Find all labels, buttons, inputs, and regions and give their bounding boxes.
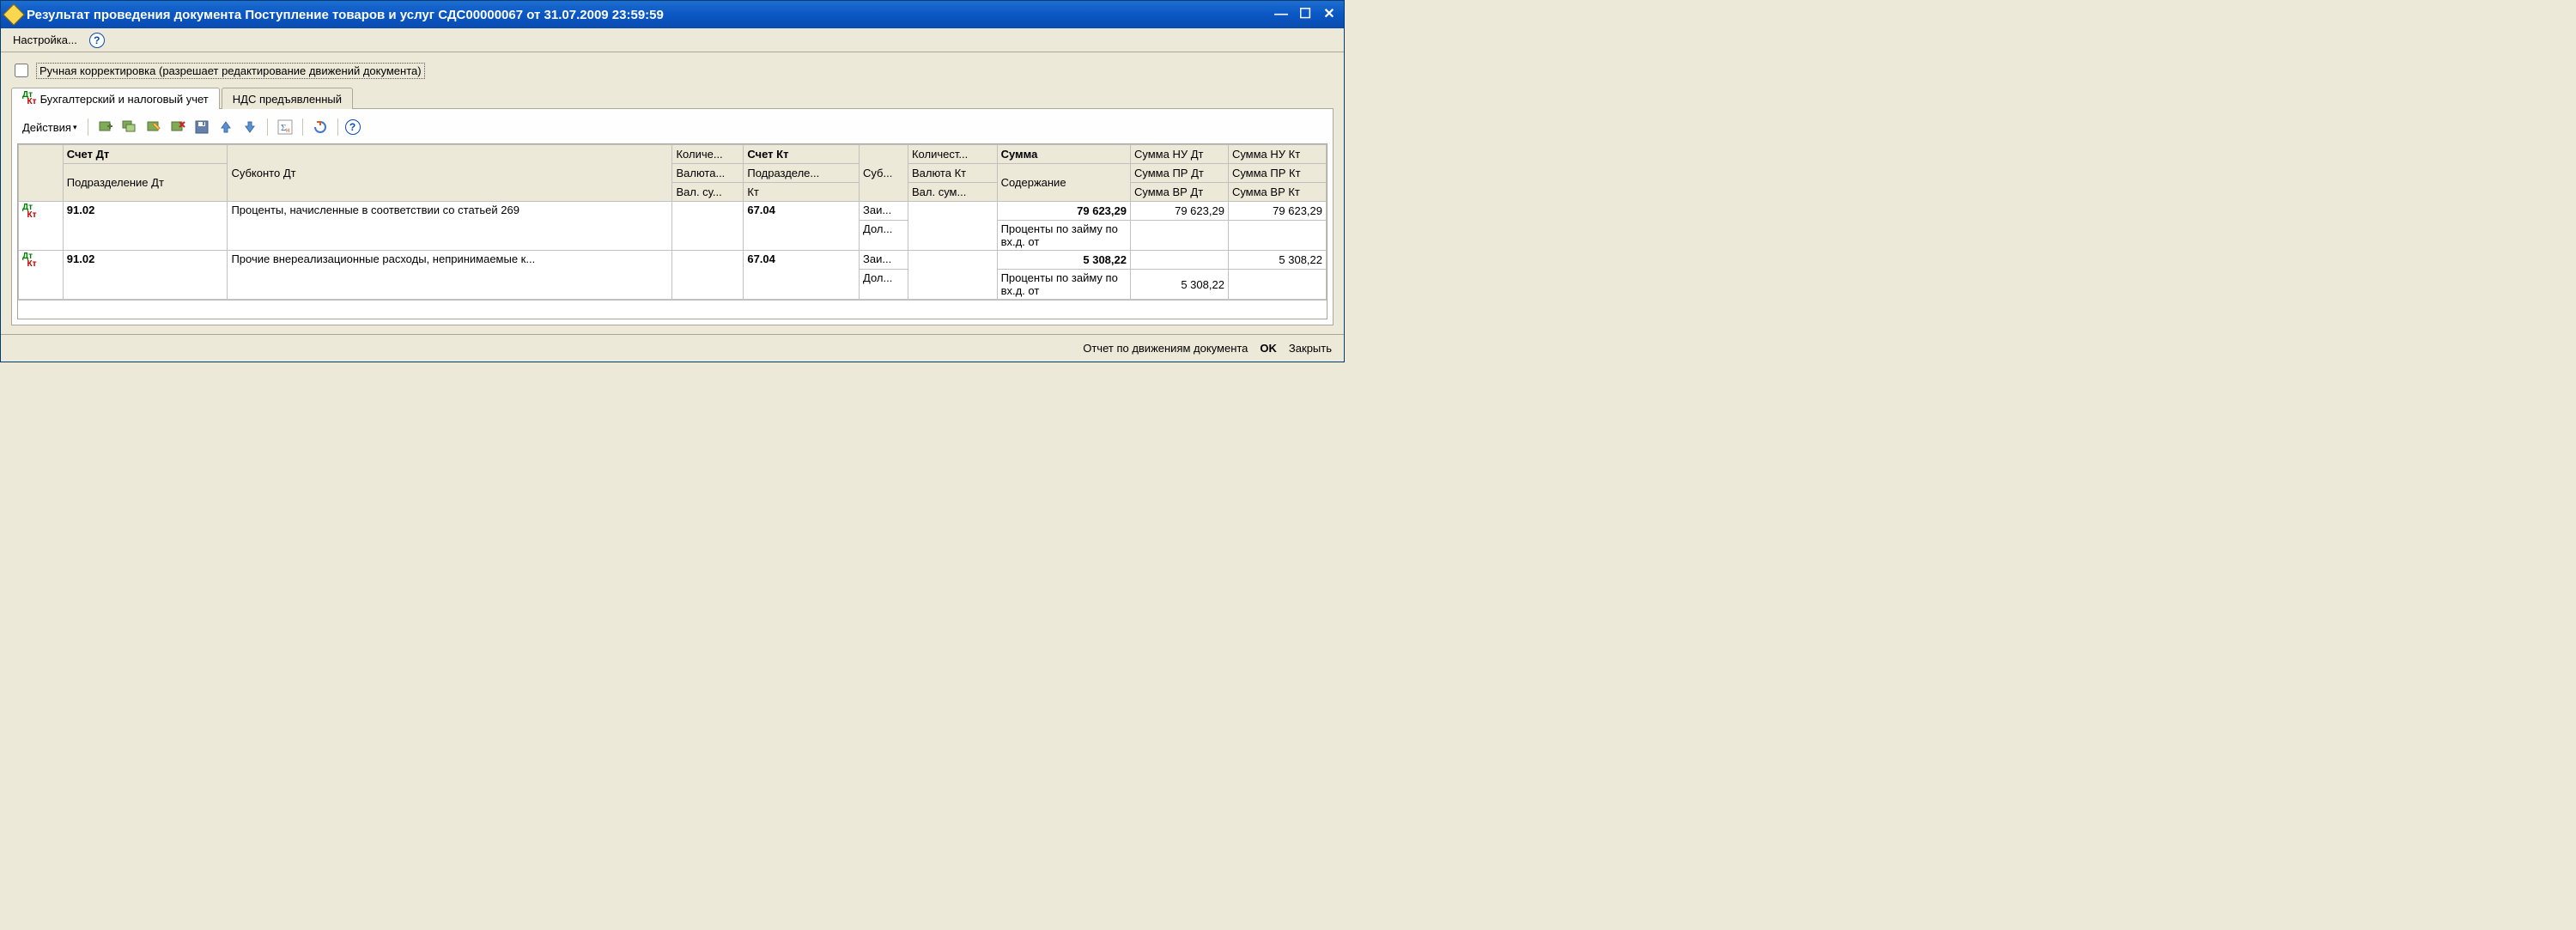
col-subconto-dt[interactable]: Субконто Дт bbox=[228, 145, 672, 202]
header-row: Счет Дт Субконто Дт Количе... Счет Кт Су… bbox=[19, 145, 1327, 164]
dtkt-icon: Дт Кт bbox=[22, 204, 59, 219]
cell-nu-kt: 5 308,22 bbox=[1228, 251, 1326, 270]
cell-subconto: Проценты, начисленные в соответствии со … bbox=[228, 202, 672, 251]
col-sub-kt[interactable]: Суб... bbox=[860, 145, 908, 202]
col-desc[interactable]: Содержание bbox=[997, 164, 1130, 202]
cell-desc: Проценты по займу по вх.д. от bbox=[997, 221, 1130, 251]
cell-nu-dt: 5 308,22 bbox=[1130, 270, 1228, 300]
col-nu-kt[interactable]: Сумма НУ Кт bbox=[1228, 145, 1326, 164]
move-up-icon[interactable] bbox=[216, 118, 236, 137]
col-pr-kt[interactable]: Сумма ПР Кт bbox=[1228, 164, 1326, 183]
col-sum[interactable]: Сумма bbox=[997, 145, 1130, 164]
table-row[interactable]: Дт Кт 91.02 Прочие внереализационные рас… bbox=[19, 251, 1327, 270]
grid-container: Счет Дт Субконто Дт Количе... Счет Кт Су… bbox=[17, 143, 1327, 319]
statusbar: Отчет по движениям документа OK Закрыть bbox=[1, 334, 1344, 362]
col-vr-kt[interactable]: Сумма ВР Кт bbox=[1228, 183, 1326, 202]
ok-button[interactable]: OK bbox=[1260, 342, 1277, 355]
cell-nu-dt bbox=[1130, 251, 1228, 270]
separator bbox=[337, 119, 338, 136]
tab-accounting-label: Бухгалтерский и налоговый учет bbox=[40, 93, 209, 106]
move-down-icon[interactable] bbox=[240, 118, 260, 137]
grid-footer bbox=[18, 300, 1327, 319]
dtkt-icon: Дт Кт bbox=[22, 92, 37, 106]
cell-sum: 5 308,22 bbox=[997, 251, 1130, 270]
menubar: Настройка... ? bbox=[1, 28, 1344, 52]
window-title: Результат проведения документа Поступлен… bbox=[27, 8, 1272, 22]
tab-panel: Действия▾ Σн ? bbox=[11, 108, 1334, 325]
col-val-kt[interactable]: Валюта Кт bbox=[908, 164, 997, 183]
col-val-dt[interactable]: Валюта... bbox=[672, 164, 744, 183]
grid-toolbar: Действия▾ Σн ? bbox=[17, 114, 1327, 143]
cell-nu-dt: 79 623,29 bbox=[1130, 202, 1228, 221]
delete-row-icon[interactable] bbox=[167, 118, 188, 137]
help-icon[interactable]: ? bbox=[345, 119, 361, 135]
col-vr-dt[interactable]: Сумма ВР Дт bbox=[1130, 183, 1228, 202]
cell-acct-kt: 67.04 bbox=[744, 202, 860, 251]
col-icon bbox=[19, 145, 64, 202]
cell-acct-dt: 91.02 bbox=[63, 202, 228, 251]
col-qty-dt[interactable]: Количе... bbox=[672, 145, 744, 164]
svg-text:н: н bbox=[286, 126, 289, 134]
window: Результат проведения документа Поступлен… bbox=[0, 0, 1345, 362]
header-row: Подразделение Дт Валюта... Подразделе...… bbox=[19, 164, 1327, 183]
menu-settings[interactable]: Настройка... bbox=[8, 32, 82, 48]
col-acct-kt[interactable]: Счет Кт bbox=[744, 145, 860, 164]
titlebar: Результат проведения документа Поступлен… bbox=[1, 1, 1344, 28]
maximize-button[interactable]: ☐ bbox=[1296, 5, 1315, 24]
separator bbox=[302, 119, 303, 136]
close-button-footer[interactable]: Закрыть bbox=[1289, 342, 1332, 355]
cell-acct-dt: 91.02 bbox=[63, 251, 228, 300]
col-valsum-dt[interactable]: Вал. су... bbox=[672, 183, 744, 202]
col-valsum-kt[interactable]: Вал. сум... bbox=[908, 183, 997, 202]
tab-vat[interactable]: НДС предъявленный bbox=[222, 88, 353, 109]
tab-vat-label: НДС предъявленный bbox=[233, 93, 342, 106]
manual-edit-label: Ручная корректировка (разрешает редактир… bbox=[36, 63, 425, 79]
col-qty-kt[interactable]: Количест... bbox=[908, 145, 997, 164]
col-division-kt[interactable]: Подразделе... bbox=[744, 164, 860, 183]
cell-sub-kt: Заи... bbox=[860, 251, 908, 270]
cell-sub-kt: Заи... bbox=[860, 202, 908, 221]
cell-sub-kt: Дол... bbox=[860, 270, 908, 300]
app-icon bbox=[3, 3, 24, 25]
cell-subconto: Прочие внереализационные расходы, неприн… bbox=[228, 251, 672, 300]
cell-acct-kt: 67.04 bbox=[744, 251, 860, 300]
manual-edit-row: Ручная корректировка (разрешает редактир… bbox=[11, 61, 1334, 80]
sum-icon[interactable]: Σн bbox=[275, 118, 295, 137]
manual-edit-checkbox[interactable] bbox=[15, 64, 28, 77]
close-button[interactable]: ✕ bbox=[1320, 5, 1339, 24]
add-row-icon[interactable] bbox=[95, 118, 116, 137]
col-division-dt[interactable]: Подразделение Дт bbox=[63, 164, 228, 202]
tab-accounting[interactable]: Дт Кт Бухгалтерский и налоговый учет bbox=[11, 88, 220, 109]
tabs: Дт Кт Бухгалтерский и налоговый учет НДС… bbox=[11, 88, 1334, 109]
report-button[interactable]: Отчет по движениям документа bbox=[1083, 342, 1248, 355]
col-kt[interactable]: Кт bbox=[744, 183, 860, 202]
entries-table[interactable]: Счет Дт Субконто Дт Количе... Счет Кт Су… bbox=[18, 144, 1327, 300]
help-icon[interactable]: ? bbox=[89, 33, 105, 48]
cell-desc: Проценты по займу по вх.д. от bbox=[997, 270, 1130, 300]
cell-nu-kt: 79 623,29 bbox=[1228, 202, 1326, 221]
cell-sum: 79 623,29 bbox=[997, 202, 1130, 221]
save-icon[interactable] bbox=[191, 118, 212, 137]
cell-sub-kt: Дол... bbox=[860, 221, 908, 251]
cell-nu-kt bbox=[1228, 221, 1326, 251]
chevron-down-icon: ▾ bbox=[73, 123, 77, 132]
col-acct-dt[interactable]: Счет Дт bbox=[63, 145, 228, 164]
minimize-button[interactable]: — bbox=[1272, 5, 1291, 24]
col-pr-dt[interactable]: Сумма ПР Дт bbox=[1130, 164, 1228, 183]
client-area: Ручная корректировка (разрешает редактир… bbox=[1, 52, 1344, 325]
edit-row-icon[interactable] bbox=[143, 118, 164, 137]
cell-nu-kt bbox=[1228, 270, 1326, 300]
refresh-icon[interactable] bbox=[310, 118, 331, 137]
copy-row-icon[interactable] bbox=[119, 118, 140, 137]
actions-button[interactable]: Действия▾ bbox=[19, 119, 81, 136]
dtkt-icon: Дт Кт bbox=[22, 252, 59, 268]
cell-nu-dt bbox=[1130, 221, 1228, 251]
col-nu-dt[interactable]: Сумма НУ Дт bbox=[1130, 145, 1228, 164]
separator bbox=[267, 119, 268, 136]
table-row[interactable]: Дт Кт 91.02 Проценты, начисленные в соот… bbox=[19, 202, 1327, 221]
